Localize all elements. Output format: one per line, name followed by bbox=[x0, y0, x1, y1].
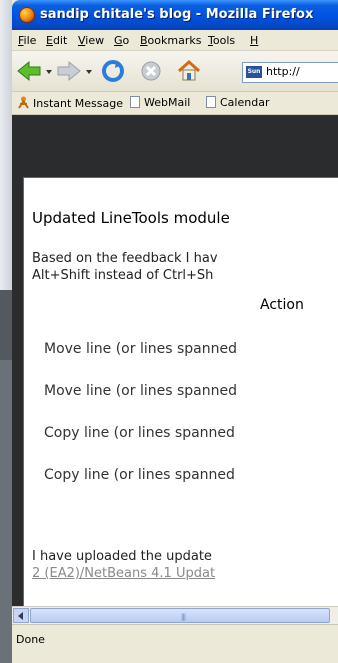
menu-bar: File Edit View Go Bookmarks Tools H bbox=[12, 30, 338, 51]
navigation-toolbar: Sun http:// bbox=[12, 51, 338, 92]
post-paragraph-line: Alt+Shift instead of Ctrl+Sh bbox=[32, 268, 214, 283]
document-icon bbox=[130, 96, 140, 108]
table-row: Copy line (or lines spanned bbox=[44, 467, 235, 483]
firefox-window: sandip chitale's blog - Mozilla Firefox … bbox=[12, 0, 338, 663]
bookmark-calendar[interactable]: Calendar bbox=[206, 96, 269, 109]
bookmark-instant-message[interactable]: Instant Message bbox=[18, 96, 123, 110]
post-paragraph: Based on the feedback I hav Alt+Shift in… bbox=[32, 250, 218, 284]
reload-icon bbox=[102, 60, 124, 82]
post-title: Updated LineTools module bbox=[32, 209, 230, 227]
stop-button[interactable] bbox=[138, 59, 164, 83]
table-row: Move line (or lines spanned bbox=[44, 341, 237, 357]
menu-edit[interactable]: Edit bbox=[46, 34, 67, 47]
window-title: sandip chitale's blog - Mozilla Firefox bbox=[40, 7, 314, 22]
back-dropdown-icon[interactable] bbox=[46, 70, 52, 74]
horizontal-scrollbar[interactable]: ||| bbox=[12, 606, 338, 624]
stop-icon bbox=[141, 61, 161, 81]
table-row: Copy line (or lines spanned bbox=[44, 425, 235, 441]
post-paragraph: I have uploaded the update 2 (EA2)/NetBe… bbox=[32, 548, 215, 582]
status-text: Done bbox=[16, 633, 45, 646]
post-paragraph-line: I have uploaded the update bbox=[32, 549, 212, 564]
bookmarks-toolbar: Instant Message WebMail Calendar bbox=[12, 92, 338, 115]
back-button[interactable] bbox=[16, 59, 42, 83]
menu-bookmarks[interactable]: Bookmarks bbox=[140, 34, 201, 47]
menu-go[interactable]: Go bbox=[114, 34, 129, 47]
address-bar[interactable]: Sun http:// bbox=[242, 62, 338, 83]
scroll-left-icon[interactable] bbox=[13, 608, 29, 623]
reload-button[interactable] bbox=[100, 59, 126, 83]
grip-icon: ||| bbox=[181, 613, 186, 621]
blog-post-panel: Updated LineTools module Based on the fe… bbox=[23, 177, 338, 619]
menu-tools[interactable]: Tools bbox=[208, 34, 235, 47]
document-icon bbox=[206, 96, 216, 108]
title-bar[interactable]: sandip chitale's blog - Mozilla Firefox bbox=[12, 0, 338, 30]
instant-message-icon bbox=[18, 96, 29, 109]
home-icon bbox=[177, 59, 201, 81]
address-text[interactable]: http:// bbox=[266, 65, 300, 78]
home-button[interactable] bbox=[176, 59, 202, 83]
scrollbar-thumb[interactable]: ||| bbox=[30, 608, 330, 623]
menu-view[interactable]: View bbox=[78, 34, 104, 47]
back-icon bbox=[17, 60, 41, 82]
forward-button[interactable] bbox=[56, 59, 82, 83]
table-header-action: Action bbox=[260, 297, 304, 313]
menu-help[interactable]: H bbox=[250, 34, 258, 47]
update-center-link[interactable]: 2 (EA2)/NetBeans 4.1 Updat bbox=[32, 565, 215, 582]
page-content[interactable]: Updated LineTools module Based on the fe… bbox=[12, 115, 338, 619]
table-row: Move line (or lines spanned bbox=[44, 383, 237, 399]
forward-dropdown-icon[interactable] bbox=[86, 70, 92, 74]
forward-icon bbox=[57, 60, 81, 82]
post-paragraph-line: Based on the feedback I hav bbox=[32, 251, 218, 266]
menu-file[interactable]: File bbox=[18, 34, 36, 47]
bookmark-webmail[interactable]: WebMail bbox=[130, 96, 190, 109]
firefox-icon bbox=[19, 7, 35, 23]
site-favicon: Sun bbox=[246, 66, 262, 78]
status-bar: Done bbox=[12, 624, 338, 663]
